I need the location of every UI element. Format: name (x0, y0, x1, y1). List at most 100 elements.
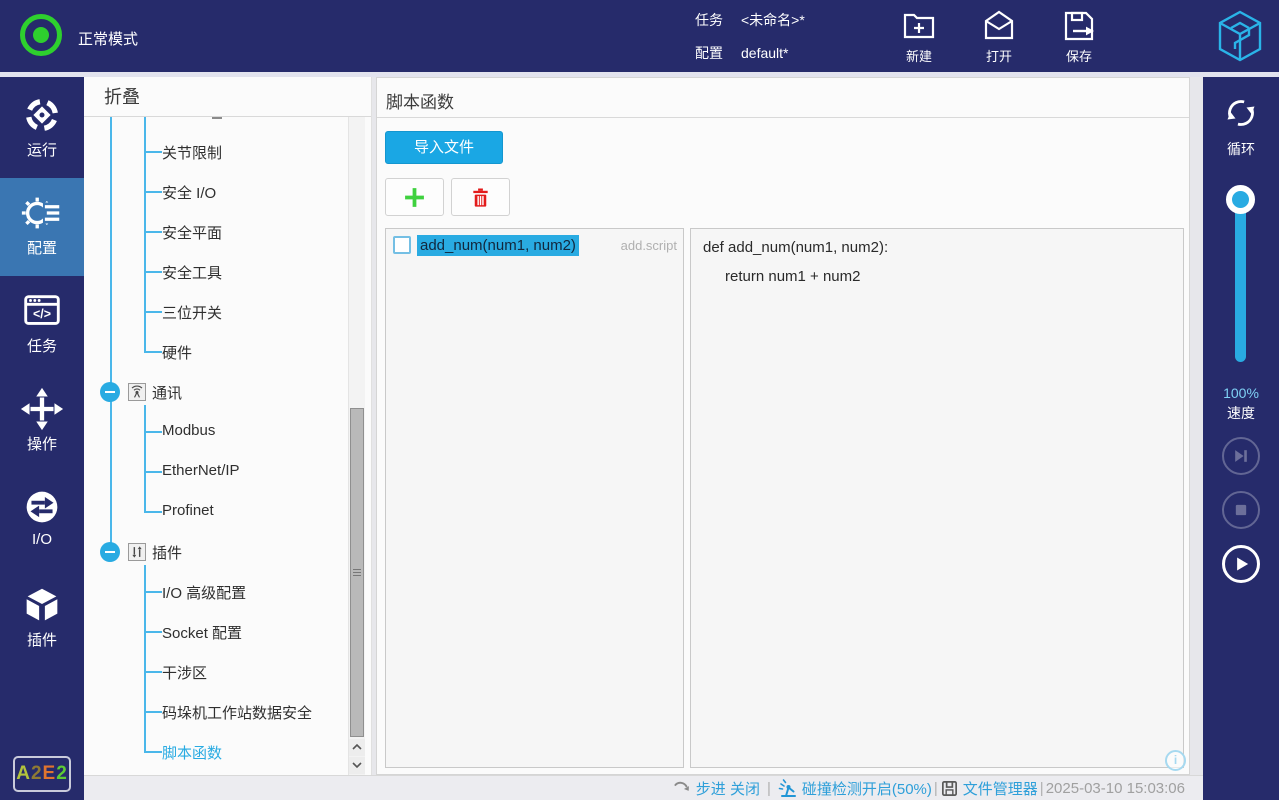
tree-item-safety-io[interactable]: 安全 I/O (84, 172, 346, 212)
tree-branch (144, 751, 162, 753)
task-code-icon: </> (24, 295, 60, 325)
play-icon (1237, 557, 1249, 571)
sidebar-item-task[interactable]: </> 任务 (0, 276, 84, 374)
right-control-sidebar: 循环 100% 速度 (1203, 77, 1279, 800)
code-preview-panel[interactable]: def add_num(num1, num2): return num1 + n… (690, 228, 1184, 768)
tree-item-hardware[interactable]: 硬件 (84, 332, 346, 372)
minus-icon (105, 551, 115, 553)
tree-branch (144, 151, 162, 153)
collapse-toggle[interactable] (100, 542, 120, 562)
sidebar-item-plugin[interactable]: 插件 (0, 570, 84, 668)
function-list: add_num(num1, num2) add.script (385, 228, 684, 768)
config-row: 配置 default* (695, 43, 788, 63)
separator: | (766, 779, 771, 797)
save-icon (1064, 11, 1094, 41)
status-bar: 步进 关闭 | 碰撞检测开启(50%) | 文件管理器 | 2025-03-10… (84, 775, 1203, 800)
tree-scrollbar[interactable] (348, 117, 365, 775)
robot-status-icon (20, 14, 62, 56)
top-bar: 正常模式 任务 <未命名>* 配置 default* 新建 打开 保存 (0, 0, 1279, 72)
play-button[interactable] (1222, 545, 1260, 583)
svg-text:</>: </> (33, 307, 51, 321)
tree-item-interference-zone[interactable]: 干涉区 (84, 652, 346, 692)
tree-item-label: 码垛机工作站数据安全 (162, 705, 313, 722)
separator: | (933, 779, 938, 797)
function-list-item[interactable]: add_num(num1, num2) add.script (386, 229, 683, 263)
sidebar-item-label: 插件 (26, 632, 57, 649)
speed-label: 速度 (1227, 405, 1255, 421)
config-label: 配置 (695, 45, 723, 61)
tree-item-profinet[interactable]: Profinet (84, 492, 346, 532)
scroll-up-button[interactable] (349, 739, 365, 756)
script-functions-panel: 脚本函数 导入文件 add_num(num1, num2) add.script (376, 77, 1190, 775)
tree-item-palletizer-data-safety[interactable]: 码垛机工作站数据安全 (84, 692, 346, 732)
step-mode-status[interactable]: 步进 关闭 (673, 778, 760, 799)
tree-node-plugins[interactable]: 插件 (84, 532, 346, 572)
tree-item-script-functions[interactable]: 脚本函数 (84, 732, 346, 772)
new-file-icon (903, 13, 935, 39)
clipped-tree-item (212, 117, 222, 119)
stop-button[interactable] (1222, 491, 1260, 529)
collision-detect-status[interactable]: 碰撞检测开启(50%) (778, 778, 932, 799)
sidebar-item-run[interactable]: 运行 (0, 80, 84, 178)
tree-item-ethernet-ip[interactable]: EtherNet/IP (84, 452, 346, 492)
loop-label: 循环 (1227, 141, 1255, 157)
speed-slider-knob[interactable] (1226, 185, 1255, 214)
left-nav-sidebar: 运行 配置 </> 任务 操作 I/O 插件 A2E2 (0, 77, 84, 800)
new-button[interactable]: 新建 (893, 8, 945, 65)
add-function-button[interactable] (385, 178, 444, 216)
sidebar-item-operate[interactable]: 操作 (0, 374, 84, 472)
new-button-label: 新建 (905, 49, 932, 64)
tree-branch (144, 671, 162, 673)
open-button-label: 打开 (985, 49, 1012, 64)
speed-percent: 100% (1223, 385, 1259, 401)
tree-item-label: 安全平面 (162, 225, 223, 242)
tree-item-safety-plane[interactable]: 安全平面 (84, 212, 346, 252)
trash-icon (473, 188, 488, 207)
info-icon[interactable]: i (1165, 750, 1186, 771)
skip-next-icon (1235, 450, 1247, 462)
badge-letter: 2 (56, 763, 68, 784)
tree-node-communication[interactable]: 通讯 (84, 372, 346, 412)
tree-item-joint-limits[interactable]: 关节限制 (84, 132, 346, 172)
step-arrow-icon (673, 781, 689, 791)
tree-item-label: 插件 (152, 545, 183, 562)
tree-item-safety-tool[interactable]: 安全工具 (84, 252, 346, 292)
io-icon (26, 491, 58, 523)
tree-item-label: 安全 I/O (162, 185, 217, 202)
loop-mode-button[interactable]: 循环 (1203, 93, 1279, 159)
collision-icon (778, 779, 796, 797)
sidebar-item-label: 任务 (26, 338, 57, 355)
tree-item-io-advanced[interactable]: I/O 高级配置 (84, 572, 346, 612)
tree-item-label: 干涉区 (162, 665, 208, 682)
file-manager-text: 文件管理器 (962, 780, 1038, 798)
loop-icon (1227, 100, 1255, 126)
tree-branch (144, 231, 162, 233)
delete-function-button[interactable] (451, 178, 510, 216)
tree-item-modbus[interactable]: Modbus (84, 412, 346, 452)
tree-item-label: EtherNet/IP (162, 462, 240, 479)
tree-item-socket-config[interactable]: Socket 配置 (84, 612, 346, 652)
speed-slider-track[interactable] (1235, 192, 1246, 362)
collision-detect-text: 碰撞检测开启(50%) (801, 780, 932, 798)
save-button[interactable]: 保存 (1053, 8, 1105, 65)
sidebar-item-config[interactable]: 配置 (0, 178, 84, 276)
sidebar-item-io[interactable]: I/O (0, 472, 84, 570)
file-manager-icon (941, 780, 957, 796)
tree-branch (144, 191, 162, 193)
tree-item-three-position-switch[interactable]: 三位开关 (84, 292, 346, 332)
scroll-down-button[interactable] (349, 757, 365, 774)
tree-branch (144, 511, 162, 513)
code-line: def add_num(num1, num2): (703, 239, 889, 256)
config-gear-icon (21, 197, 61, 229)
collapse-all-button[interactable]: 折叠 (84, 77, 371, 117)
app-window: 正常模式 任务 <未命名>* 配置 default* 新建 打开 保存 运行 配… (0, 0, 1279, 800)
version-badge[interactable]: A2E2 (13, 756, 71, 792)
step-next-button[interactable] (1222, 437, 1260, 475)
file-manager-link[interactable]: 文件管理器 (940, 778, 1038, 799)
collapse-toggle[interactable] (100, 382, 120, 402)
function-checkbox[interactable] (393, 236, 411, 254)
tree-item-label: Profinet (162, 502, 214, 519)
scrollbar-thumb[interactable] (350, 408, 364, 737)
open-button[interactable]: 打开 (973, 8, 1025, 65)
import-file-button[interactable]: 导入文件 (385, 131, 503, 164)
